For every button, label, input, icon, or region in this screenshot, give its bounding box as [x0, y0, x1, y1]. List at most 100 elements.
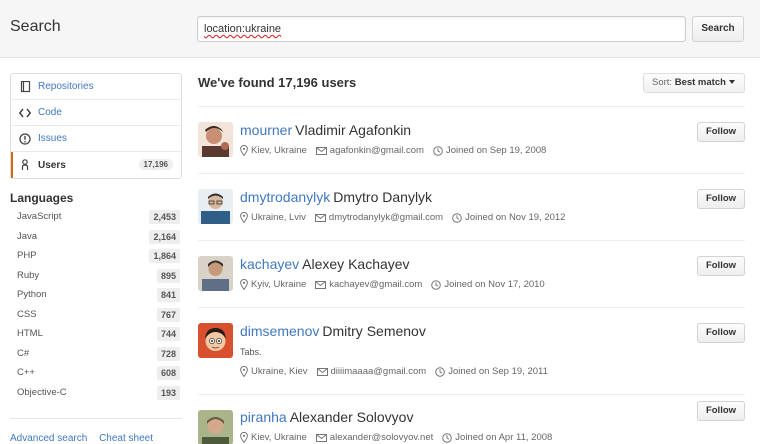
- language-name: PHP: [17, 250, 37, 261]
- menu-item-issues[interactable]: Issues: [11, 126, 181, 152]
- cheat-sheet-link[interactable]: Cheat sheet: [99, 433, 153, 444]
- sort-dropdown[interactable]: Sort: Best match: [643, 73, 745, 93]
- advanced-search-link[interactable]: Advanced search: [10, 433, 87, 444]
- follow-button[interactable]: Follow: [697, 401, 745, 421]
- language-count: 895: [156, 268, 180, 283]
- language-filter-item[interactable]: Ruby 895: [10, 266, 182, 286]
- language-count: 2,453: [149, 210, 180, 224]
- language-filter-item[interactable]: HTML 744: [10, 324, 182, 344]
- menu-item-repositories[interactable]: Repositories: [11, 74, 181, 100]
- language-name: Objective-C: [17, 386, 67, 398]
- location-icon: [240, 432, 248, 443]
- avatar[interactable]: [198, 122, 233, 157]
- user-login-link[interactable]: kachayev: [240, 256, 299, 272]
- language-filter-item[interactable]: Python 841: [10, 285, 182, 305]
- avatar[interactable]: [198, 410, 233, 444]
- language-name: CSS: [17, 308, 37, 320]
- language-name: C#: [17, 347, 30, 359]
- language-count: 767: [156, 307, 180, 322]
- language-count: 728: [156, 346, 180, 361]
- language-name: Ruby: [17, 269, 40, 281]
- follow-button[interactable]: Follow: [697, 256, 745, 276]
- clock-icon: [442, 432, 453, 443]
- user-login-link[interactable]: dmytrodanylyk: [240, 189, 330, 205]
- menu-item-label: Issues: [38, 133, 67, 144]
- sidebar-links: Advanced search Cheat sheet: [10, 433, 162, 444]
- user-result: dmytrodanylyk Dmytro Danylyk Ukraine, Lvi…: [198, 173, 745, 240]
- language-filter-item[interactable]: CSS 767: [10, 305, 182, 325]
- location-icon: [240, 212, 248, 223]
- code-icon: [19, 107, 31, 119]
- languages-list: JavaScript 2,453 Java 2,164 PHP 1,864 Ruby 8…: [10, 207, 182, 402]
- user-location: Kyiv, Ukraine: [251, 279, 307, 290]
- clock-icon: [435, 366, 446, 377]
- caret-down-icon: [728, 80, 735, 85]
- user-name-line: dmytrodanylyk Dmytro Danylyk: [240, 189, 432, 205]
- follow-button[interactable]: Follow: [697, 189, 745, 209]
- language-name: Python: [17, 289, 47, 300]
- user-full-name: Vladimir Agafonkin: [295, 122, 412, 138]
- language-filter-item[interactable]: C# 728: [10, 344, 182, 364]
- user-email[interactable]: agafonkin@gmail.com: [330, 145, 424, 156]
- menu-item-users[interactable]: Users 17,196: [11, 152, 181, 178]
- users-count-badge: 17,196: [138, 159, 173, 170]
- search-type-menu: Repositories Code Issues Users 17,196: [10, 73, 182, 179]
- avatar[interactable]: [198, 323, 233, 358]
- user-email[interactable]: kachayev@gmail.com: [329, 279, 422, 290]
- language-filter-item[interactable]: PHP 1,864: [10, 246, 182, 266]
- language-count: 608: [156, 366, 180, 380]
- search-input[interactable]: location:ukraine: [197, 16, 686, 42]
- user-login-link[interactable]: mourner: [240, 122, 292, 138]
- language-filter-item[interactable]: Objective-C 193: [10, 383, 182, 403]
- user-joined: Joined on Nov 17, 2010: [444, 279, 545, 290]
- clock-icon: [433, 145, 443, 156]
- user-login-link[interactable]: piranha: [240, 409, 287, 425]
- user-meta: Kiev, Ukraine agafonkin@gmail.com Joined…: [240, 145, 555, 156]
- results-count-heading: We've found 17,196 users: [198, 75, 357, 90]
- location-icon: [240, 279, 248, 290]
- user-result: mourner Vladimir Agafonkin Kiev, Ukraine …: [198, 106, 745, 173]
- user-email[interactable]: alexander@solovyov.net: [330, 432, 433, 443]
- avatar[interactable]: [198, 189, 233, 224]
- search-button[interactable]: Search: [692, 16, 744, 42]
- user-joined: Joined on Sep 19, 2011: [448, 366, 548, 377]
- follow-button[interactable]: Follow: [697, 323, 745, 343]
- language-count: 193: [156, 385, 180, 400]
- user-email[interactable]: dmytrodanylyk@gmail.com: [329, 212, 443, 223]
- issue-icon: [19, 132, 31, 145]
- user-joined: Joined on Sep 19, 2008: [445, 145, 547, 156]
- user-name-line: piranha Alexander Solovyov: [240, 409, 413, 425]
- language-name: JavaScript: [17, 211, 62, 222]
- user-login-link[interactable]: dimsemenov: [240, 323, 319, 339]
- menu-item-label: Repositories: [38, 81, 94, 92]
- language-count: 1,864: [149, 249, 180, 263]
- user-joined: Joined on Apr 11, 2008: [455, 432, 553, 443]
- language-count: 2,164: [149, 229, 180, 244]
- mail-icon: [314, 213, 326, 222]
- user-result: kachayev Alexey Kachayev Kyiv, Ukraine ka…: [198, 240, 745, 307]
- user-bio: Tabs.: [240, 347, 262, 357]
- mail-icon: [315, 146, 327, 155]
- language-name: Java: [17, 230, 38, 242]
- user-full-name: Alexey Kachayev: [302, 256, 410, 272]
- user-location: Ukraine, Kiev: [251, 366, 308, 377]
- search-header: Search location:ukraine Search: [0, 0, 760, 58]
- clock-icon: [431, 279, 442, 290]
- user-location: Ukraine, Lviv: [251, 212, 306, 223]
- user-name-line: mourner Vladimir Agafonkin: [240, 122, 411, 138]
- user-full-name: Alexander Solovyov: [289, 409, 414, 425]
- menu-item-label: Code: [38, 107, 62, 118]
- avatar[interactable]: [198, 256, 233, 291]
- follow-button[interactable]: Follow: [697, 122, 745, 142]
- repo-icon: [19, 80, 31, 93]
- language-filter-item[interactable]: JavaScript 2,453: [10, 207, 182, 227]
- user-location: Kiev, Ukraine: [251, 432, 307, 443]
- mail-icon: [315, 280, 327, 289]
- user-location: Kiev, Ukraine: [251, 145, 307, 156]
- language-filter-item[interactable]: Java 2,164: [10, 227, 182, 247]
- search-query: location:ukraine: [204, 23, 282, 35]
- menu-item-code[interactable]: Code: [11, 100, 181, 126]
- user-email[interactable]: diiiimaaaa@gmail.com: [331, 366, 427, 377]
- language-filter-item[interactable]: C++ 608: [10, 363, 182, 383]
- language-name: C++: [17, 367, 35, 378]
